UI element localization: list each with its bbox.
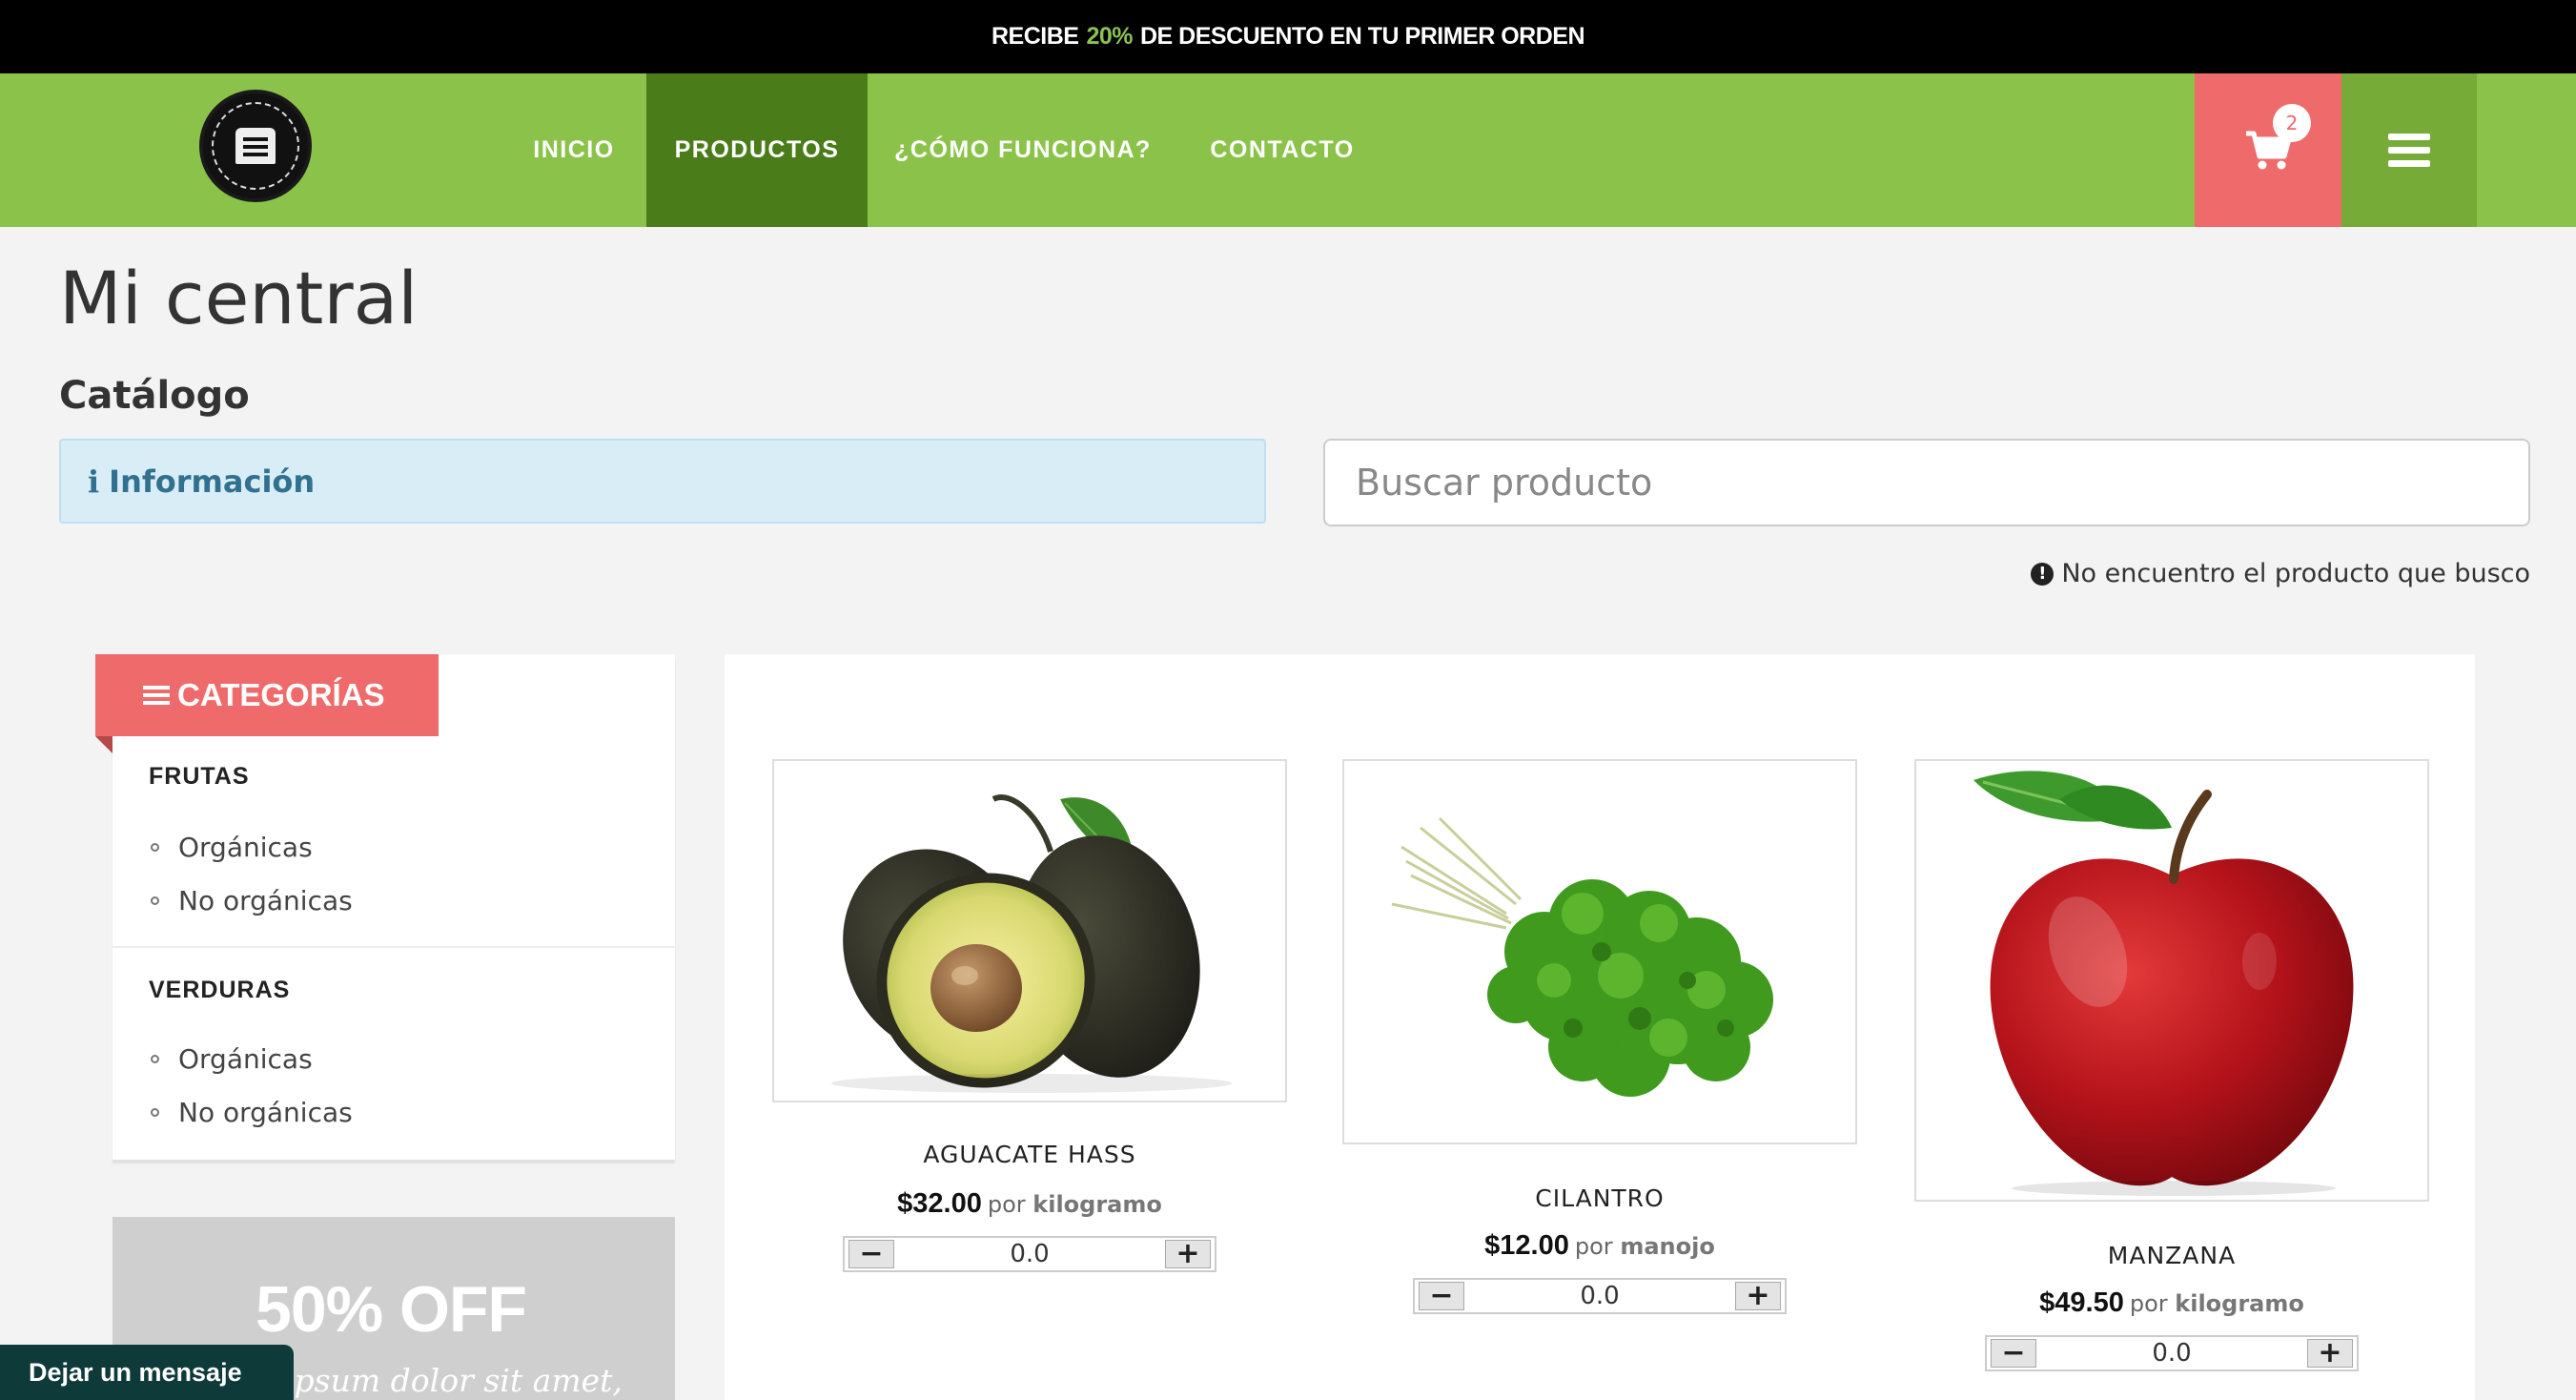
- category-verduras: VERDURAS Orgánicas No orgánicas: [112, 948, 675, 1160]
- alert-circle-icon: !: [2031, 562, 2055, 586]
- decrease-quantity-button[interactable]: −: [1991, 1339, 2036, 1368]
- product-image-apple[interactable]: [1914, 759, 2429, 1202]
- quantity-value[interactable]: 0.0: [2044, 1337, 2300, 1369]
- logo-emblem-icon: [235, 128, 276, 164]
- bullet-icon: [151, 1055, 159, 1063]
- quantity-value[interactable]: 0.0: [902, 1238, 1157, 1270]
- promo-highlight: 20%: [1086, 23, 1133, 50]
- categories-header: CATEGORÍAS: [95, 654, 439, 736]
- price-unit: manojo: [1620, 1233, 1715, 1260]
- leave-message-button[interactable]: Dejar un mensaje: [0, 1345, 294, 1400]
- not-found-link[interactable]: ! No encuentro el producto que busco: [2031, 559, 2530, 588]
- hamburger-menu-button[interactable]: [2341, 73, 2477, 227]
- price-value: $32.00: [897, 1188, 982, 1219]
- decrease-quantity-button[interactable]: −: [848, 1240, 894, 1268]
- product-name[interactable]: MANZANA: [1914, 1242, 2429, 1269]
- info-toggle[interactable]: i Información: [59, 439, 1266, 524]
- increase-quantity-button[interactable]: +: [2307, 1339, 2353, 1368]
- bullet-icon: [151, 843, 159, 852]
- cilantro-image: [1391, 816, 1773, 1097]
- quantity-value[interactable]: 0.0: [1472, 1280, 1728, 1312]
- list-icon: [143, 686, 170, 705]
- nav-como-funciona[interactable]: ¿CÓMO FUNCIONA?: [877, 73, 1169, 227]
- category-link-verduras-organicas[interactable]: Orgánicas: [151, 1043, 313, 1075]
- category-title-frutas[interactable]: FRUTAS: [149, 763, 250, 791]
- price-por: por: [1574, 1233, 1613, 1260]
- cart-count-badge: 2: [2273, 104, 2311, 142]
- bullet-icon: [151, 1108, 159, 1117]
- price-unit: kilogramo: [2175, 1290, 2304, 1317]
- price-unit: kilogramo: [1032, 1191, 1162, 1218]
- quantity-stepper: − 0.0 +: [843, 1236, 1216, 1272]
- product-name[interactable]: AGUACATE HASS: [772, 1141, 1287, 1168]
- ribbon-fold: [95, 736, 112, 753]
- product-name[interactable]: CILANTRO: [1342, 1184, 1857, 1212]
- category-link-label: Orgánicas: [178, 1043, 313, 1075]
- promo-headline: 50% OFF: [256, 1273, 527, 1346]
- promo-prefix: RECIBE: [991, 23, 1079, 50]
- decrease-quantity-button[interactable]: −: [1419, 1282, 1464, 1310]
- main-navbar: INICIO PRODUCTOS ¿CÓMO FUNCIONA? CONTACT…: [0, 73, 2576, 227]
- quantity-stepper: − 0.0 +: [1985, 1335, 2359, 1371]
- nav-inicio[interactable]: INICIO: [515, 73, 633, 227]
- bullet-icon: [151, 896, 159, 905]
- category-frutas: FRUTAS Orgánicas No orgánicas: [112, 736, 675, 948]
- increase-quantity-button[interactable]: +: [1165, 1240, 1211, 1268]
- category-link-frutas-no-organicas[interactable]: No orgánicas: [151, 885, 353, 916]
- product-image-cilantro[interactable]: [1342, 759, 1857, 1144]
- info-icon: i: [88, 463, 100, 500]
- product-price: $32.00 por kilogramo: [772, 1188, 1287, 1220]
- avocado-image: [831, 794, 1232, 1093]
- category-link-label: No orgánicas: [178, 885, 353, 916]
- category-link-label: Orgánicas: [178, 832, 313, 863]
- nav-contacto[interactable]: CONTACTO: [1192, 73, 1373, 227]
- catalog-heading: Catálogo: [59, 374, 250, 418]
- site-logo[interactable]: [199, 90, 312, 202]
- price-por: por: [987, 1191, 1026, 1218]
- category-link-verduras-no-organicas[interactable]: No orgánicas: [151, 1097, 353, 1128]
- product-grid: AGUACATE HASS $32.00 por kilogramo − 0.0 …: [725, 654, 2475, 1400]
- cart-button[interactable]: 2: [2195, 73, 2341, 227]
- product-price: $12.00 por manojo: [1342, 1230, 1857, 1262]
- category-link-frutas-organicas[interactable]: Orgánicas: [151, 832, 313, 863]
- category-title-verduras[interactable]: VERDURAS: [149, 977, 290, 1004]
- price-por: por: [2129, 1290, 2168, 1317]
- logo-ring: [212, 102, 299, 190]
- nav-productos[interactable]: PRODUCTOS: [646, 73, 868, 227]
- promo-text: ipsum dolor sit amet,: [284, 1362, 623, 1399]
- not-found-text: No encuentro el producto que busco: [2061, 559, 2530, 588]
- quantity-stepper: − 0.0 +: [1413, 1278, 1787, 1314]
- search-input[interactable]: [1323, 439, 2530, 526]
- categories-title: CATEGORÍAS: [177, 677, 385, 712]
- info-label: Información: [109, 463, 316, 500]
- price-value: $12.00: [1484, 1230, 1569, 1261]
- hamburger-icon: [2388, 133, 2430, 167]
- price-value: $49.50: [2039, 1287, 2124, 1318]
- promo-suffix: DE DESCUENTO EN TU PRIMER ORDEN: [1139, 23, 1585, 50]
- apple-image: [1973, 771, 2354, 1196]
- increase-quantity-button[interactable]: +: [1735, 1282, 1781, 1310]
- product-image-avocado[interactable]: [772, 759, 1287, 1102]
- product-price: $49.50 por kilogramo: [1914, 1287, 2429, 1319]
- promo-banner: RECIBE 20% DE DESCUENTO EN TU PRIMER ORD…: [0, 0, 2576, 73]
- category-link-label: No orgánicas: [178, 1097, 353, 1128]
- page-title: Mi central: [59, 256, 419, 340]
